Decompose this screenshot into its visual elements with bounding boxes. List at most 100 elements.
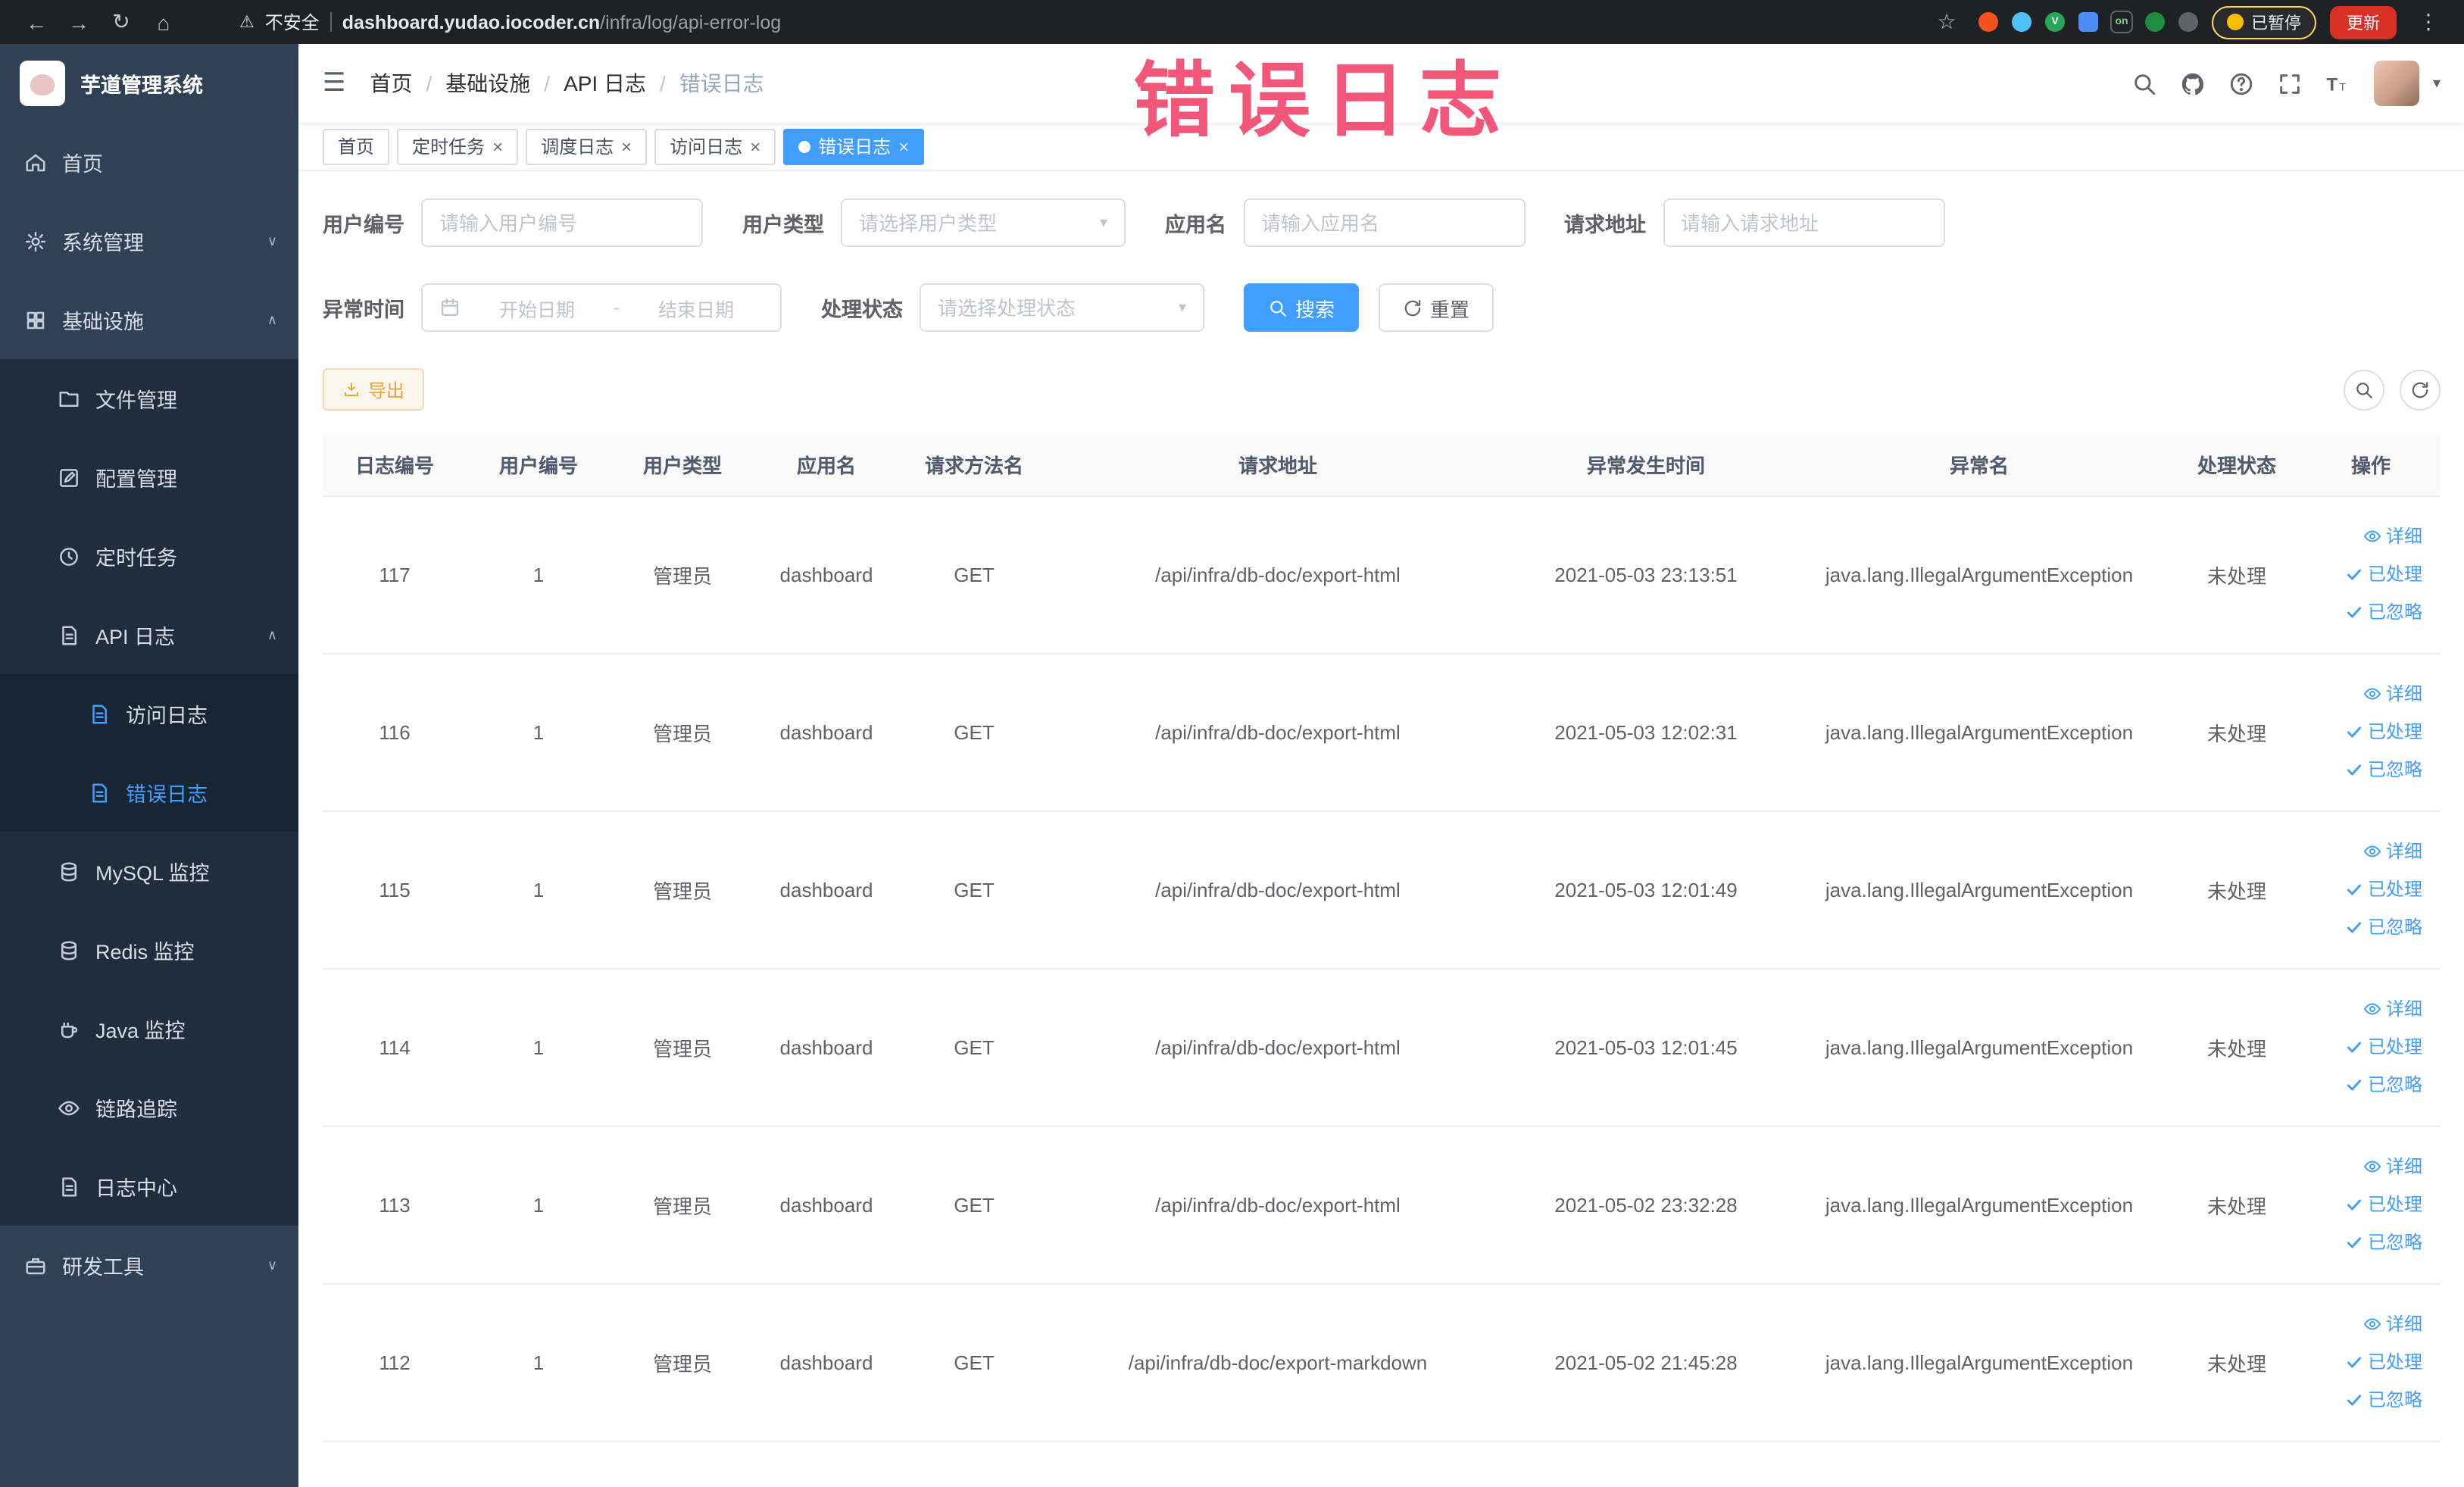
hamburger-icon[interactable]: ☰ <box>323 68 346 98</box>
sidebar-item-access-log[interactable]: 访问日志 <box>0 674 298 753</box>
avatar-caret-icon[interactable]: ▾ <box>2433 75 2441 92</box>
sidebar-item-redis[interactable]: Redis 监控 <box>0 911 298 989</box>
processed-link[interactable]: 已处理 <box>2301 1028 2422 1066</box>
processed-link[interactable]: 已处理 <box>2301 555 2422 593</box>
github-icon[interactable] <box>2180 70 2206 96</box>
avatar[interactable] <box>2373 61 2419 106</box>
chevron-icon: ∨ <box>267 233 277 248</box>
cell-exception-name: java.lang.IllegalArgumentException <box>1786 495 2172 654</box>
breadcrumb-item[interactable]: 首页 <box>370 68 413 98</box>
app-name-input[interactable] <box>1261 211 1507 234</box>
user-id-input[interactable] <box>439 211 685 234</box>
doc-icon <box>88 781 111 804</box>
sidebar-item-config[interactable]: 配置管理 <box>0 438 298 517</box>
extension-icon-2[interactable] <box>2012 12 2031 32</box>
ignored-link[interactable]: 已忽略 <box>2301 593 2422 631</box>
address-bar[interactable]: ⚠ 不安全 dashboard.yudao.iocoder.cn/infra/l… <box>239 9 1922 35</box>
sidebar-item-trace[interactable]: 链路追踪 <box>0 1068 298 1147</box>
close-icon[interactable]: × <box>750 137 760 155</box>
column-header-exception: 异常名 <box>1786 435 2172 496</box>
update-button[interactable]: 更新 <box>2330 5 2397 39</box>
cell-user-type: 管理员 <box>611 1283 754 1442</box>
paused-badge[interactable]: 已暂停 <box>2212 5 2316 39</box>
toggle-search-button[interactable] <box>2344 369 2384 410</box>
check-icon <box>2345 1076 2363 1094</box>
tab-错误日志[interactable]: 错误日志 × <box>783 128 925 164</box>
close-icon[interactable]: × <box>492 137 503 155</box>
process-status-select[interactable]: ▾ <box>920 283 1204 332</box>
fullscreen-icon[interactable] <box>2277 70 2303 96</box>
chevron-down-icon: ▾ <box>1178 299 1186 316</box>
tab-首页[interactable]: 首页 <box>323 128 390 164</box>
detail-link[interactable]: 详细 <box>2301 517 2422 555</box>
detail-link[interactable]: 详细 <box>2301 990 2422 1028</box>
sidebar-item-mysql[interactable]: MySQL 监控 <box>0 832 298 911</box>
extension-icon-6[interactable] <box>2145 12 2165 32</box>
breadcrumb-item[interactable]: 基础设施 <box>445 68 530 98</box>
detail-link[interactable]: 详细 <box>2301 833 2422 870</box>
sidebar-item-log-center[interactable]: 日志中心 <box>0 1147 298 1226</box>
reload-icon[interactable]: ↻ <box>103 5 139 39</box>
font-size-icon[interactable]: TT <box>2325 70 2351 96</box>
ignored-link[interactable]: 已忽略 <box>2301 908 2422 946</box>
sidebar-item-api-log[interactable]: API 日志 ∧ <box>0 595 298 674</box>
export-button[interactable]: 导出 <box>323 368 425 411</box>
search-icon <box>1268 298 1288 317</box>
process-status-select-input[interactable] <box>938 296 1170 319</box>
start-date-placeholder[interactable]: 开始日期 <box>470 293 604 322</box>
close-icon[interactable]: × <box>621 137 632 155</box>
extension-icon-7[interactable] <box>2178 12 2198 32</box>
extension-icon-5[interactable]: on <box>2112 12 2131 32</box>
ignored-link[interactable]: 已忽略 <box>2301 1223 2422 1261</box>
sidebar-item-error-log[interactable]: 错误日志 <box>0 753 298 832</box>
sidebar-item-job[interactable]: 定时任务 <box>0 517 298 595</box>
detail-link[interactable]: 详细 <box>2301 1305 2422 1343</box>
tab-调度日志[interactable]: 调度日志 × <box>526 128 648 164</box>
db-icon <box>58 860 80 883</box>
user-type-select[interactable]: ▾ <box>841 198 1126 247</box>
clock-icon <box>58 545 80 567</box>
help-icon[interactable] <box>2228 70 2254 96</box>
forward-icon[interactable]: → <box>61 5 97 39</box>
detail-link[interactable]: 详细 <box>2301 1148 2422 1186</box>
processed-link[interactable]: 已处理 <box>2301 1186 2422 1223</box>
processed-link[interactable]: 已处理 <box>2301 1343 2422 1381</box>
sidebar-item-system[interactable]: 系统管理 ∨ <box>0 201 298 280</box>
cell-actions: 详细 已处理 已忽略 <box>2301 653 2441 811</box>
page-content: 用户编号 用户类型 ▾ 应用名 请 <box>298 171 2464 1487</box>
extensions: Von <box>1978 12 2198 32</box>
app-logo[interactable]: 芋道管理系统 <box>0 44 298 123</box>
end-date-placeholder[interactable]: 结束日期 <box>629 293 764 322</box>
extension-icon-4[interactable] <box>2078 12 2098 32</box>
bookmark-star-icon[interactable]: ☆ <box>1928 5 1965 39</box>
detail-link[interactable]: 详细 <box>2301 675 2422 713</box>
chevron-icon: ∧ <box>267 626 277 642</box>
browser-home-icon[interactable]: ⌂ <box>145 5 182 39</box>
ignored-link[interactable]: 已忽略 <box>2301 1066 2422 1104</box>
search-button[interactable]: 搜索 <box>1244 283 1360 332</box>
browser-menu-icon[interactable]: ⋮ <box>2410 5 2447 39</box>
processed-link[interactable]: 已处理 <box>2301 713 2422 751</box>
sidebar-item-file[interactable]: 文件管理 <box>0 359 298 438</box>
tab-定时任务[interactable]: 定时任务 × <box>397 128 519 164</box>
request-url-input[interactable] <box>1681 211 1926 234</box>
table-toolbar: 导出 <box>323 368 2441 411</box>
tab-访问日志[interactable]: 访问日志 × <box>654 128 776 164</box>
extension-icon-1[interactable] <box>1978 12 1998 32</box>
reset-button[interactable]: 重置 <box>1379 283 1494 332</box>
sidebar-item-home[interactable]: 首页 <box>0 123 298 201</box>
ignored-link[interactable]: 已忽略 <box>2301 1381 2422 1419</box>
user-type-select-input[interactable] <box>859 211 1091 234</box>
date-range-picker[interactable]: 开始日期 - 结束日期 <box>421 283 782 332</box>
search-icon[interactable] <box>2131 70 2157 96</box>
extension-icon-3[interactable]: V <box>2045 12 2065 32</box>
processed-link[interactable]: 已处理 <box>2301 870 2422 908</box>
close-icon[interactable]: × <box>898 137 909 155</box>
sidebar-item-infra[interactable]: 基础设施 ∧ <box>0 280 298 359</box>
ignored-link[interactable]: 已忽略 <box>2301 751 2422 789</box>
sidebar-item-devtools[interactable]: 研发工具 ∨ <box>0 1226 298 1304</box>
refresh-table-button[interactable] <box>2400 369 2441 410</box>
sidebar-item-java[interactable]: Java 监控 <box>0 989 298 1068</box>
back-icon[interactable]: ← <box>18 5 55 39</box>
breadcrumb-item[interactable]: API 日志 <box>564 68 646 98</box>
